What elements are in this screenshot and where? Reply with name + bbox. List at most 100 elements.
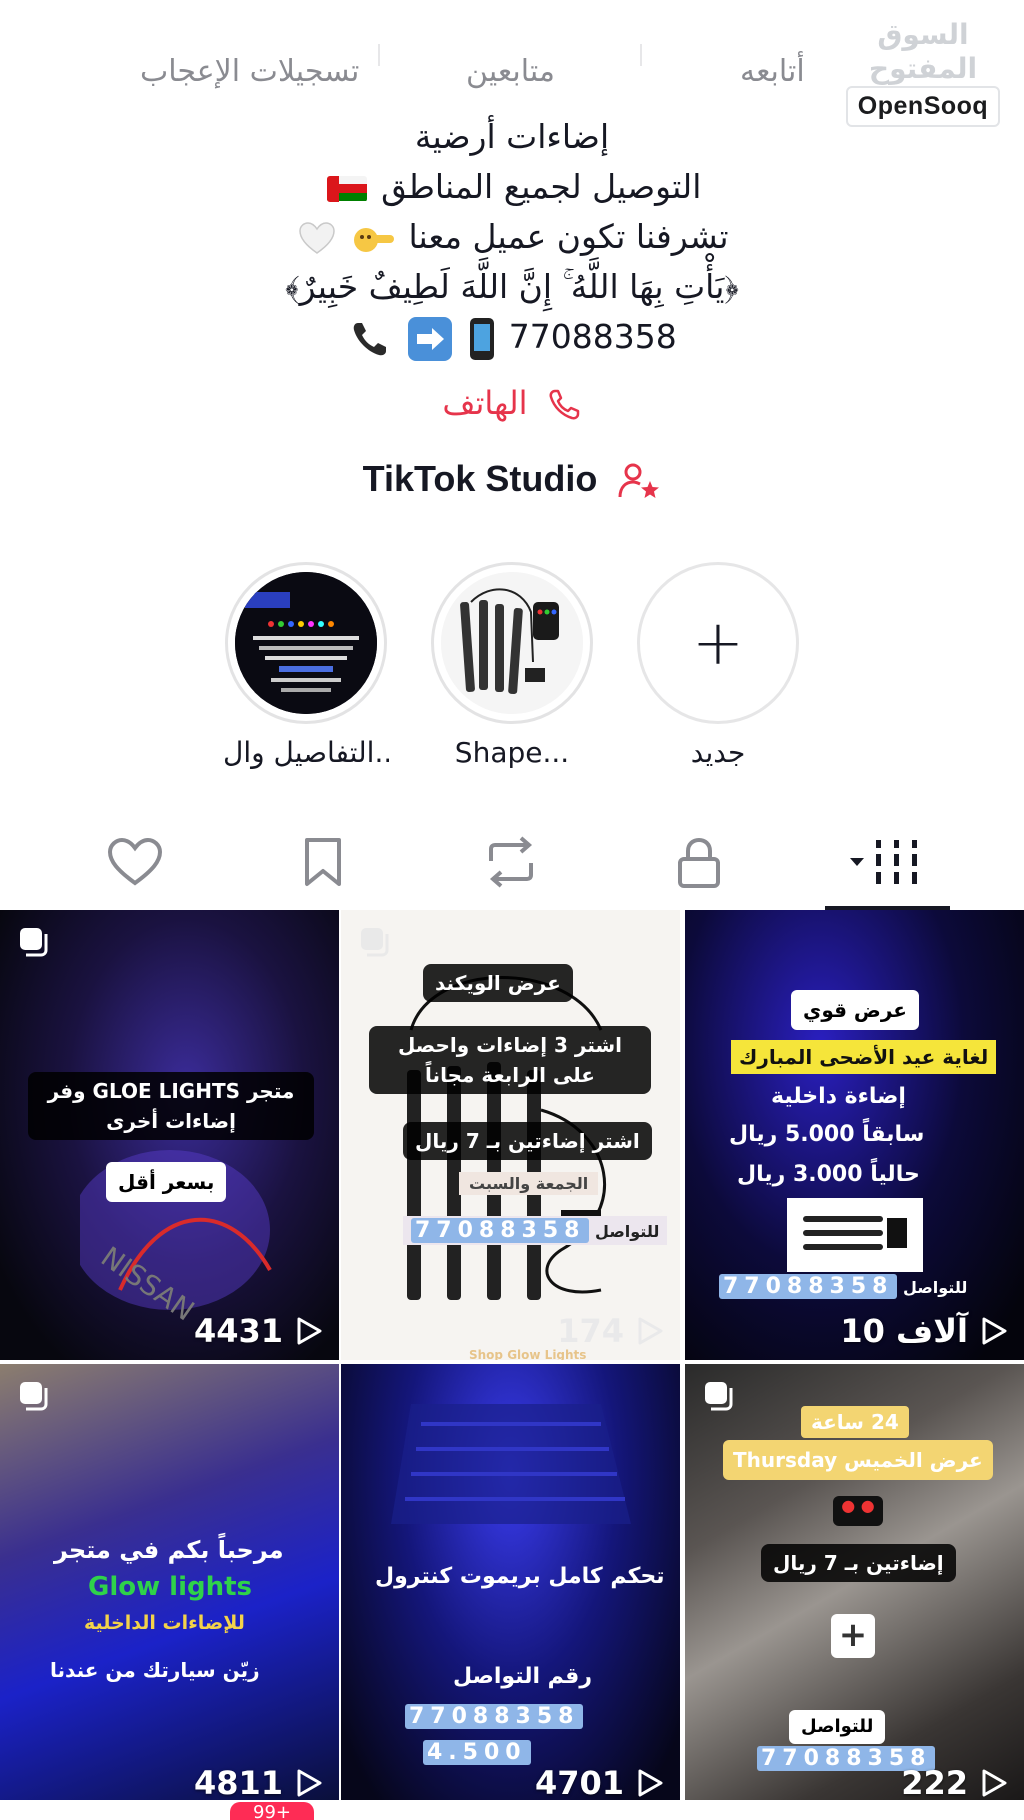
following-label[interactable]: أتابعه [740, 54, 805, 89]
video-thumbnail[interactable]: مرحباً بكم في متجر Glow lights للإضاءات … [0, 1364, 339, 1800]
tab-private[interactable] [664, 832, 734, 892]
multi-photo-icon [705, 1382, 733, 1411]
highlight-product-image [441, 572, 583, 714]
video-caption: رقم التواصل [453, 1664, 592, 1689]
video-thumbnail[interactable]: تحكم كامل بريموت كنترول رقم التواصل 7708… [341, 1364, 680, 1800]
view-count-value: 174 [557, 1312, 624, 1350]
video-caption: متجر GLOE LIGHTS وفر إضاءات أخرى [28, 1072, 314, 1140]
view-count: 222 [685, 1764, 1024, 1800]
watermark-arabic: السوق المفتوح [868, 18, 978, 85]
inbox-badge: 99+ [230, 1802, 314, 1820]
video-caption: تحكم كامل بريموت كنترول [375, 1564, 665, 1589]
bio-line-3: تشرفنا تكون عميل معنا [408, 217, 729, 256]
profile-stats: تسجيلات الإعجاب متابعين أتابعه [100, 44, 860, 100]
car-floor-mat-image [391, 1404, 631, 1524]
video-caption: اشتر إضاءتين بـ 7 ريال [403, 1122, 652, 1160]
multi-photo-icon [20, 928, 48, 957]
studio-label: TikTok Studio [362, 458, 598, 499]
contact-label: للتواصل [903, 1278, 968, 1297]
view-count-value: 222 [901, 1764, 968, 1800]
likes-label[interactable]: تسجيلات الإعجاب [140, 54, 359, 89]
tab-favorites[interactable] [288, 832, 358, 892]
video-caption: عرض قوي [791, 990, 919, 1030]
highlight-thumbnail [235, 572, 377, 714]
followers-label[interactable]: متابعين [466, 54, 555, 89]
view-count: 4701 [341, 1764, 680, 1800]
bookmark-icon [305, 838, 341, 886]
highlight-label: Shape... [454, 736, 570, 769]
heart-outline-icon [107, 837, 163, 886]
video-caption: إضاءة داخلية [771, 1084, 906, 1109]
video-caption: بسعر أقل [106, 1162, 227, 1202]
video-caption: مرحباً بكم في متجر [54, 1536, 284, 1564]
phone-link-label: الهاتف [442, 384, 528, 422]
tiktok-studio-button[interactable]: TikTok Studio [0, 458, 1024, 501]
highlight-shape[interactable]: Shape... [429, 562, 595, 769]
tab-videos[interactable] [850, 832, 930, 892]
video-caption: زيّن سيارتك من عندنا [50, 1658, 260, 1682]
highlight-thumbnail [441, 572, 583, 714]
video-caption: عرض الويكند [423, 964, 573, 1002]
view-count: 4811 [0, 1764, 339, 1800]
bottom-nav [0, 1800, 1024, 1820]
video-caption: اشتر 3 إضاءات واحصل على الرابعة مجاناً [369, 1026, 651, 1094]
product-image [787, 1198, 923, 1272]
highlight-ring [431, 562, 593, 724]
phone-contact-link[interactable]: الهاتف [0, 384, 1024, 423]
tab-reposts[interactable] [476, 832, 546, 892]
view-count: 4431 [0, 1312, 339, 1350]
opensooq-watermark: السوق المفتوح OpenSooq [846, 18, 1000, 127]
profile-bio: إضاءات أرضية التوصيل لجميع المناطق تشرفن… [0, 112, 1024, 362]
video-thumbnail[interactable]: 24 ساعة عرض الخميس Thursday ● ● إضاءتين … [685, 1364, 1024, 1800]
highlight-ring [225, 562, 387, 724]
user-star-icon [618, 463, 660, 499]
grid-dropdown-icon [850, 840, 917, 884]
video-phone: 77088358 [405, 1704, 584, 1729]
video-caption: للتواصل [789, 1710, 886, 1744]
contact-phone: 77088358 [405, 1704, 584, 1729]
price-value: 4.500 [423, 1740, 531, 1765]
bio-phone-number: 77088358 [508, 317, 677, 356]
video-caption: 24 ساعة [801, 1406, 909, 1438]
bio-line-1: إضاءات أرضية [414, 117, 610, 156]
bio-line-4: ﴿يَأْتِ بِهَا اللَّهُ ۚ إِنَّ اللَّهَ لَ… [284, 267, 740, 306]
highlight-ring: + [637, 562, 799, 724]
play-icon [638, 1317, 663, 1345]
white-heart-icon [299, 221, 336, 254]
video-thumbnail[interactable]: عرض الويكند اشتر 3 إضاءات واحصل على الرا… [341, 910, 680, 1360]
right-arrow-icon [407, 316, 452, 361]
play-icon [297, 1769, 322, 1797]
video-caption: سابقاً 5.000 ريال [729, 1122, 925, 1147]
new-highlight-button[interactable]: + جديد [635, 562, 801, 769]
phone-icon [549, 389, 579, 420]
tab-liked[interactable] [100, 832, 170, 892]
plus-icon: + [692, 606, 744, 679]
oman-flag-icon [326, 175, 367, 202]
highlight-label: جديد [690, 736, 746, 769]
video-thumbnail[interactable]: عرض قوي لغاية عيد الأضحى المبارك إضاءة د… [685, 910, 1024, 1360]
video-caption: الجمعة والسبت [459, 1172, 599, 1195]
plus-icon: + [831, 1614, 875, 1658]
video-thumbnail[interactable]: NISSAN متجر GLOE LIGHTS وفر إضاءات أخرى … [0, 910, 339, 1360]
view-count-value: 10 آلاف [840, 1312, 968, 1350]
video-caption: حالياً 3.000 ريال [737, 1162, 920, 1187]
bio-line-2: التوصيل لجميع المناطق [381, 167, 702, 206]
video-caption: Glow lights [88, 1572, 253, 1602]
play-icon [982, 1317, 1007, 1345]
view-count-value: 4431 [193, 1312, 283, 1350]
pointing-hand-icon [353, 227, 394, 252]
lock-icon [678, 837, 720, 888]
video-caption: إضاءتين بـ 7 ريال [761, 1544, 956, 1582]
stat-divider [378, 44, 380, 66]
video-caption: عرض الخميس Thursday [723, 1440, 993, 1480]
profile-tabs [0, 820, 1024, 910]
video-caption: لغاية عيد الأضحى المبارك [731, 1040, 997, 1074]
highlight-details[interactable]: التفاصيل وال... [223, 562, 389, 769]
play-icon [297, 1317, 322, 1345]
view-count-value: 4811 [193, 1764, 283, 1800]
play-icon [638, 1769, 663, 1797]
repost-icon [489, 836, 533, 888]
view-count: 174 [341, 1312, 680, 1350]
highlight-label: التفاصيل وال... [223, 736, 389, 769]
mobile-phone-icon [470, 317, 495, 360]
